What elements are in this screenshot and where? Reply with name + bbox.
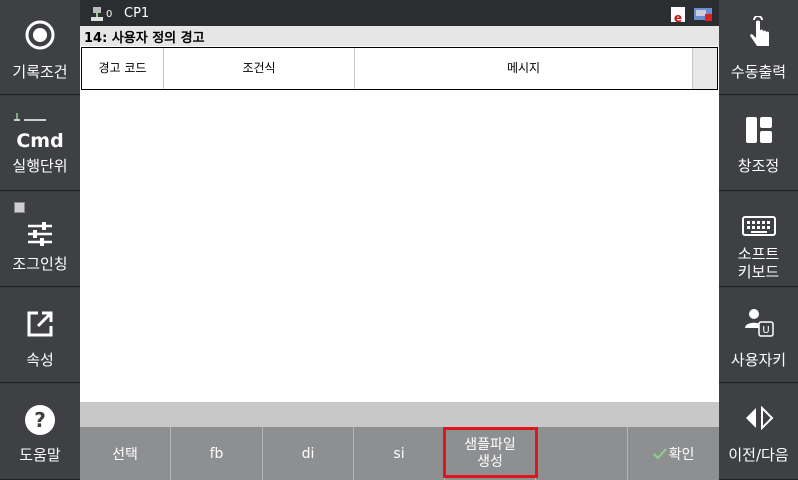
check-icon (652, 447, 667, 459)
user-key-label: 사용자키 (730, 351, 787, 369)
left-sidebar: 기록조건 Cmd 실행단위 조그인칭 속성 ? 도움말 (0, 0, 80, 480)
dialog-title: 14: 사용자 정의 경고 (84, 31, 205, 46)
cp-label: CP1 (124, 6, 150, 21)
window-adjust-button[interactable]: 창조정 (719, 96, 798, 191)
record-circle-icon (25, 20, 55, 50)
confirm-button[interactable]: 확인 (628, 427, 719, 480)
confirm-label: 확인 (668, 446, 695, 463)
svg-text:U: U (762, 325, 769, 336)
monitor-status-icon (694, 8, 712, 21)
e-badge: e (671, 7, 685, 25)
help-label: 도움말 (19, 446, 61, 464)
cmd-icon: Cmd (16, 130, 64, 152)
record-condition-label: 기록조건 (12, 63, 68, 81)
window-layout-icon (745, 117, 772, 143)
prev-next-label: 이전/다음 (728, 446, 789, 464)
coord-index: 0 (106, 9, 113, 20)
keyboard-icon (741, 216, 776, 236)
record-condition-button[interactable]: 기록조건 (0, 0, 80, 95)
highlight-box (443, 427, 538, 478)
soft-keyboard-label-2: 키보드 (737, 263, 780, 281)
user-key-button[interactable]: U 사용자키 (719, 288, 798, 383)
bottom-toolbar: 선택 fb di si 샘플파일 생성 확인 (80, 427, 719, 480)
window-adjust-label: 창조정 (737, 157, 780, 175)
scrollbar-header (693, 48, 717, 89)
dialog-title-bar: 14: 사용자 정의 경고 (80, 26, 719, 46)
empty-button (536, 427, 628, 480)
prev-next-icon (745, 406, 773, 430)
jog-inching-label: 조그인칭 (12, 255, 68, 273)
external-link-icon (27, 311, 53, 337)
svg-text:?: ? (34, 408, 46, 432)
top-status-bar: 0 CP1 e (80, 0, 719, 26)
properties-button[interactable]: 속성 (0, 288, 80, 383)
soft-keyboard-button[interactable]: 소프트 키보드 (719, 192, 798, 287)
execution-unit-button[interactable]: Cmd 실행단위 (0, 96, 80, 191)
fb-button[interactable]: fb (171, 427, 263, 480)
soft-keyboard-label-1: 소프트 (737, 245, 780, 263)
jog-inching-button[interactable]: 조그인칭 (0, 192, 80, 287)
manual-output-button[interactable]: 수동출력 (719, 0, 798, 95)
manual-output-label: 수동출력 (730, 63, 787, 81)
help-icon: ? (25, 405, 55, 435)
right-sidebar: 수동출력 창조정 소프트 키보드 U 사용자키 이전/다음 (719, 0, 798, 480)
robot-tool-icon (91, 7, 103, 21)
column-condition[interactable]: 조건식 (164, 48, 355, 89)
user-key-icon: U (744, 309, 774, 337)
sliders-icon (28, 222, 52, 246)
properties-label: 속성 (26, 351, 54, 369)
help-button[interactable]: ? 도움말 (0, 384, 80, 480)
touch-hand-icon (749, 16, 769, 46)
execution-unit-label: 실행단위 (12, 157, 68, 175)
step-marker-icon (14, 113, 46, 121)
column-warning-code[interactable]: 경고 코드 (82, 48, 164, 89)
warning-table: 경고 코드 조건식 메시지 (80, 46, 719, 402)
select-button[interactable]: 선택 (80, 427, 171, 480)
prev-next-button[interactable]: 이전/다음 (719, 384, 798, 480)
si-button[interactable]: si (354, 427, 445, 480)
di-button[interactable]: di (263, 427, 354, 480)
column-message[interactable]: 메시지 (355, 48, 693, 89)
toggle-checkbox[interactable] (14, 202, 25, 213)
status-strip (80, 402, 719, 427)
table-header: 경고 코드 조건식 메시지 (81, 47, 718, 90)
